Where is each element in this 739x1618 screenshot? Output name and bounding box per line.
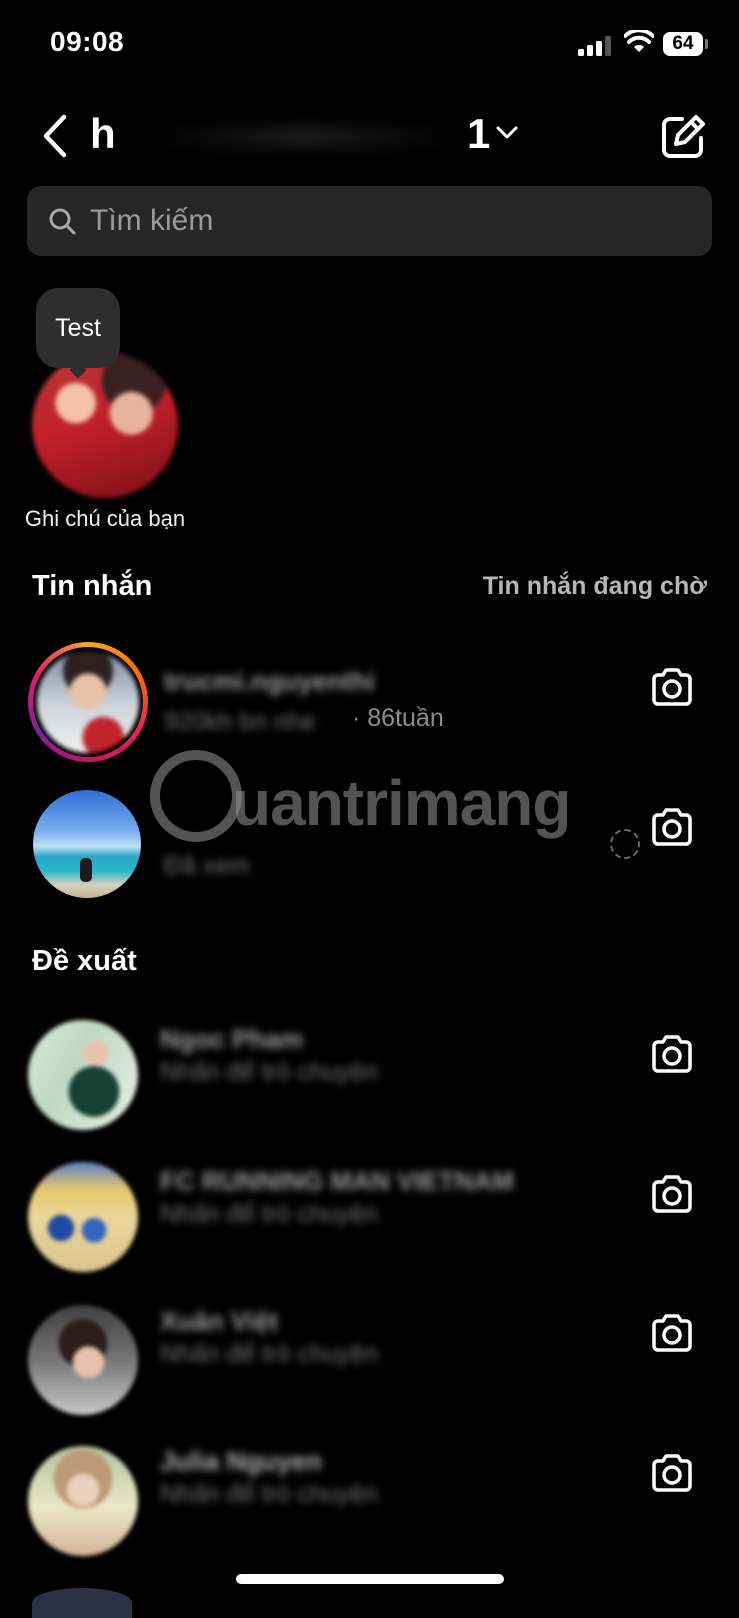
suggestion-name[interactable]: Ngoc Pham [160, 1024, 303, 1055]
avatar[interactable] [28, 1446, 138, 1556]
watermark-logo [150, 750, 242, 842]
conversation-name[interactable]: trucmi.nguyenthi [164, 666, 375, 697]
status-time: 09:08 [50, 26, 125, 57]
account-username-suffix[interactable]: 1 [467, 110, 490, 158]
watermark-text: uantrimang [232, 767, 571, 839]
suggestion-preview: Nhấn để trò chuyện [160, 1058, 379, 1086]
suggestions-section-title: Đề xuất [32, 945, 137, 977]
camera-icon[interactable] [650, 667, 694, 707]
battery-tip [705, 39, 708, 49]
home-indicator [236, 1574, 504, 1584]
suggestion-name[interactable]: Xuân Việt [160, 1306, 278, 1337]
camera-icon[interactable] [650, 1313, 694, 1353]
camera-icon[interactable] [650, 1034, 694, 1074]
suggestion-name[interactable]: FC RUNNING MAN VIETNAM [160, 1166, 514, 1197]
avatar[interactable] [32, 1588, 132, 1618]
avatar[interactable] [37, 651, 139, 753]
message-requests-link[interactable]: Tin nhắn đang chờ [420, 572, 707, 601]
note-avatar[interactable] [32, 352, 178, 498]
conversation-time: · 86tuần [352, 704, 444, 732]
camera-icon[interactable] [650, 807, 694, 847]
note-bubble[interactable]: Test [36, 288, 120, 368]
suggestion-preview: Nhấn để trò chuyện [160, 1340, 379, 1368]
chevron-down-icon[interactable] [496, 126, 518, 140]
avatar[interactable] [28, 1020, 138, 1130]
account-username[interactable]: h [90, 110, 116, 158]
camera-icon[interactable] [650, 1453, 694, 1493]
username-redacted [150, 126, 460, 148]
conversation-preview: Đã xem [164, 852, 251, 880]
loading-indicator [610, 829, 640, 859]
avatar-figure [80, 858, 92, 882]
search-input[interactable] [90, 195, 650, 247]
back-chevron-icon[interactable] [40, 114, 70, 158]
messages-section-title: Tin nhắn [32, 570, 153, 602]
avatar[interactable] [28, 1162, 138, 1272]
suggestion-preview: Nhấn để trò chuyện [160, 1200, 379, 1228]
suggestion-name[interactable]: Julia Nguyen [160, 1446, 322, 1477]
compose-icon[interactable] [660, 114, 706, 160]
note-label: Ghi chú của bạn [24, 506, 186, 531]
suggestion-preview: Nhấn để trò chuyện [160, 1480, 379, 1508]
wifi-icon [624, 30, 654, 52]
conversation-preview: 920kh bn nhe [164, 708, 316, 736]
camera-icon[interactable] [650, 1174, 694, 1214]
avatar[interactable] [28, 1305, 138, 1415]
battery-icon: 64 [663, 32, 703, 56]
search-icon [49, 208, 76, 235]
signal-icon [578, 36, 611, 56]
